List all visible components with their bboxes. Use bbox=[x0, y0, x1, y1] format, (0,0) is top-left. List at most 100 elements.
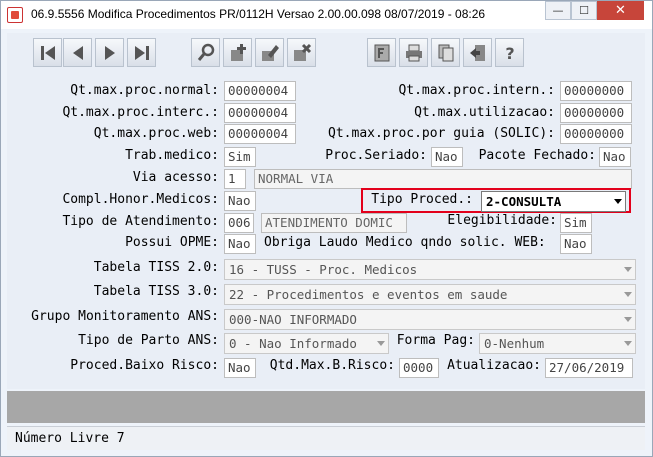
chevron-down-icon bbox=[624, 317, 632, 322]
via-acesso-label: Via acesso: bbox=[132, 170, 219, 185]
qt-max-proc-interc-field[interactable]: 00000004 bbox=[224, 103, 296, 123]
title-bar: 06.9.5556 Modifica Procedimentos PR/0112… bbox=[1, 1, 652, 29]
delete-button[interactable] bbox=[287, 38, 316, 67]
tipo-proced-select[interactable]: 2-CONSULTA bbox=[481, 191, 626, 212]
next-record-icon bbox=[104, 45, 115, 60]
tipo-parto-value: 0 - Nao Informado bbox=[229, 336, 357, 351]
next-record-button[interactable] bbox=[95, 38, 124, 67]
elegibilidade-field[interactable]: Sim bbox=[560, 213, 592, 233]
edit-button[interactable] bbox=[255, 38, 284, 67]
proc-seriado-field[interactable]: Nao bbox=[431, 147, 463, 167]
tipo-atendimento-description: ATENDIMENTO DOMIC bbox=[261, 213, 407, 233]
tipo-proced-value: 2-CONSULTA bbox=[486, 194, 562, 209]
qt-max-proc-intern-field[interactable]: 00000000 bbox=[560, 81, 632, 101]
filter-icon bbox=[374, 44, 389, 61]
forma-pag-value: 0-Nenhum bbox=[484, 336, 545, 351]
tipo-parto-label: Tipo de Parto ANS: bbox=[78, 333, 219, 348]
qt-max-proc-web-label: Qt.max.proc.web: bbox=[93, 126, 219, 141]
qt-max-proc-normal-field[interactable]: 00000004 bbox=[224, 81, 296, 101]
tabela-tiss-20-select[interactable]: 16 - TUSS - Proc. Medicos bbox=[224, 259, 636, 280]
qt-max-proc-guia-field[interactable]: 00000000 bbox=[560, 124, 632, 144]
tipo-atendimento-code-field[interactable]: 006 bbox=[224, 213, 254, 233]
help-button[interactable]: ? bbox=[495, 38, 524, 67]
atualizacao-label: Atualizacao: bbox=[447, 358, 541, 373]
grupo-monitoramento-select[interactable]: 000-NAO INFORMADO bbox=[224, 309, 636, 330]
tabela-tiss-20-value: 16 - TUSS - Proc. Medicos bbox=[229, 262, 418, 277]
maximize-button[interactable]: ☐ bbox=[571, 1, 597, 20]
app-icon bbox=[7, 7, 23, 23]
delete-icon bbox=[293, 43, 311, 61]
search-icon bbox=[197, 43, 214, 61]
compl-honor-medicos-label: Compl.Honor.Medicos: bbox=[62, 192, 219, 207]
help-icon: ? bbox=[505, 44, 514, 63]
chevron-down-icon bbox=[614, 199, 622, 204]
tabela-tiss-30-value: 22 - Procedimentos e eventos em saude bbox=[229, 287, 508, 302]
tipo-proced-label: Tipo Proced.: bbox=[371, 192, 473, 207]
tipo-parto-select[interactable]: 0 - Nao Informado bbox=[224, 333, 389, 354]
grupo-monitoramento-label: Grupo Monitoramento ANS: bbox=[31, 309, 219, 324]
search-button[interactable] bbox=[191, 38, 220, 67]
exit-icon bbox=[469, 44, 485, 61]
last-record-icon bbox=[134, 45, 149, 60]
pacote-fechado-label: Pacote Fechado: bbox=[478, 148, 596, 163]
copy-button[interactable] bbox=[431, 38, 460, 67]
tipo-atendimento-label: Tipo de Atendimento: bbox=[62, 214, 219, 229]
via-acesso-code-field[interactable]: 1 bbox=[224, 169, 246, 189]
proc-seriado-label: Proc.Seriado: bbox=[325, 148, 427, 163]
atualizacao-field[interactable]: 27/06/2019 bbox=[545, 358, 633, 378]
svg-text:?: ? bbox=[505, 44, 514, 63]
qtd-max-b-risco-label: Qtd.Max.B.Risco: bbox=[269, 358, 395, 373]
first-record-icon bbox=[40, 45, 55, 60]
qt-max-proc-web-field[interactable]: 00000004 bbox=[224, 124, 296, 144]
previous-record-icon bbox=[72, 45, 83, 60]
qt-max-proc-intern-label: Qt.max.proc.intern.: bbox=[398, 83, 555, 98]
first-record-button[interactable] bbox=[33, 38, 62, 67]
copy-icon bbox=[438, 44, 453, 61]
chevron-down-icon bbox=[624, 292, 632, 297]
possui-opme-field[interactable]: Nao bbox=[224, 234, 256, 254]
print-button[interactable] bbox=[399, 38, 428, 67]
last-record-button[interactable] bbox=[127, 38, 156, 67]
trab-medico-label: Trab.medico: bbox=[125, 148, 219, 163]
application-window: 06.9.5556 Modifica Procedimentos PR/0112… bbox=[0, 0, 653, 457]
possui-opme-label: Possui OPME: bbox=[125, 235, 219, 250]
qt-max-utilizacao-label: Qt.max.utilizacao: bbox=[414, 105, 555, 120]
add-button[interactable] bbox=[223, 38, 252, 67]
print-icon bbox=[405, 44, 422, 61]
obriga-laudo-field[interactable]: Nao bbox=[560, 234, 592, 254]
chevron-down-icon bbox=[624, 267, 632, 272]
grupo-monitoramento-value: 000-NAO INFORMADO bbox=[229, 312, 357, 327]
compl-honor-medicos-field[interactable]: Nao bbox=[224, 191, 256, 211]
tabela-tiss-30-label: Tabela TISS 3.0: bbox=[93, 284, 219, 299]
tabela-tiss-20-label: Tabela TISS 2.0: bbox=[93, 260, 219, 275]
qt-max-proc-normal-label: Qt.max.proc.normal: bbox=[70, 83, 219, 98]
chevron-down-icon bbox=[624, 341, 632, 346]
via-acesso-description: NORMAL VIA bbox=[254, 169, 632, 189]
obriga-laudo-label: Obriga Laudo Medico qndo solic. WEB: bbox=[264, 235, 546, 250]
trab-medico-field[interactable]: Sim bbox=[224, 147, 256, 167]
qt-max-proc-guia-label: Qt.max.proc.por guia (SOLIC): bbox=[328, 126, 555, 141]
toolbar: ? bbox=[7, 33, 645, 75]
proced-baixo-risco-field[interactable]: Nao bbox=[224, 358, 256, 378]
procedure-form: Qt.max.proc.normal: 00000004 Qt.max.proc… bbox=[7, 75, 645, 389]
edit-icon bbox=[261, 44, 279, 61]
forma-pag-select[interactable]: 0-Nenhum bbox=[479, 333, 636, 354]
exit-button[interactable] bbox=[463, 38, 492, 67]
qtd-max-b-risco-field[interactable]: 0000 bbox=[399, 358, 439, 378]
window-title: 06.9.5556 Modifica Procedimentos PR/0112… bbox=[31, 7, 486, 21]
qt-max-utilizacao-field[interactable]: 00000000 bbox=[560, 103, 632, 123]
filter-button[interactable] bbox=[367, 38, 396, 67]
previous-record-button[interactable] bbox=[63, 38, 92, 67]
chevron-down-icon bbox=[377, 341, 385, 346]
minimize-button[interactable]: — bbox=[545, 1, 571, 20]
elegibilidade-label: Elegibilidade: bbox=[447, 213, 557, 228]
proced-baixo-risco-label: Proced.Baixo Risco: bbox=[70, 358, 219, 373]
close-button[interactable]: ✕ bbox=[597, 1, 644, 20]
qt-max-proc-interc-label: Qt.max.proc.interc.: bbox=[62, 105, 219, 120]
add-icon bbox=[230, 43, 246, 61]
pacote-fechado-field[interactable]: Nao bbox=[599, 147, 631, 167]
forma-pag-label: Forma Pag: bbox=[396, 333, 475, 348]
button-panel bbox=[7, 391, 645, 423]
tabela-tiss-30-select[interactable]: 22 - Procedimentos e eventos em saude bbox=[224, 284, 636, 305]
status-bar: Número Livre 7 bbox=[7, 426, 645, 450]
